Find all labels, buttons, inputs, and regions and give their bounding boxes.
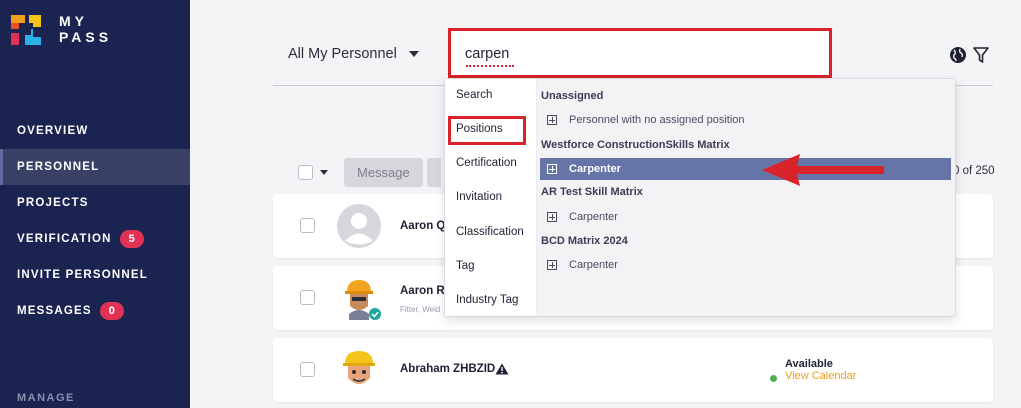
personnel-filter-select[interactable]: All My Personnel — [288, 46, 419, 62]
worker-avatar-icon — [343, 351, 375, 384]
availability-text: Available — [785, 358, 833, 370]
message-button[interactable]: Message — [344, 158, 423, 187]
worker-avatar-icon — [345, 280, 381, 320]
brand-line-2: PASS — [59, 29, 113, 45]
tab-classification[interactable]: Classification — [456, 226, 524, 238]
mypass-logo[interactable]: MY PASS — [9, 13, 149, 49]
tab-certification[interactable]: Certification — [456, 157, 517, 169]
spellcheck-underline — [466, 64, 514, 67]
sidebar-item-overview[interactable]: OVERVIEW — [0, 113, 190, 149]
personnel-name[interactable]: Abraham ZHBZID — [400, 363, 495, 375]
sidebar-item-label: PERSONNEL — [17, 161, 100, 173]
position-option-label: Personnel with no assigned position — [569, 114, 745, 126]
expand-plus-icon — [547, 212, 557, 222]
position-option-label: Carpenter — [569, 163, 621, 175]
row-checkbox[interactable] — [300, 218, 315, 233]
tab-invitation[interactable]: Invitation — [456, 191, 502, 203]
warning-icon — [495, 363, 509, 375]
search-category-tabs: Search Positions Certification Invitatio… — [445, 79, 537, 316]
secondary-action-button[interactable] — [426, 158, 441, 187]
sidebar-item-label: OVERVIEW — [17, 125, 89, 137]
position-option[interactable]: Carpenter — [540, 254, 951, 276]
available-dot-icon — [770, 375, 777, 382]
row-checkbox[interactable] — [300, 362, 315, 377]
view-calendar-link[interactable]: View Calendar — [785, 370, 856, 382]
select-options-chevron-icon[interactable] — [320, 170, 328, 175]
tab-search[interactable]: Search — [456, 89, 492, 101]
table-row[interactable]: Abraham ZHBZID Available View Calendar — [273, 338, 993, 402]
select-all-checkbox[interactable] — [298, 165, 313, 180]
search-input[interactable] — [465, 46, 805, 62]
globe-icon[interactable] — [949, 46, 967, 64]
brand-line-1: MY — [59, 13, 88, 29]
expand-plus-icon — [547, 115, 557, 125]
search-box-highlight — [448, 28, 832, 78]
availability-status: Available View Calendar — [770, 358, 856, 382]
sidebar-item-projects[interactable]: PROJECTS — [0, 185, 190, 221]
expand-plus-icon — [547, 260, 557, 270]
annotation-arrow-icon — [762, 154, 884, 186]
sidebar-item-verification[interactable]: VERIFICATION 5 — [0, 221, 190, 257]
position-option[interactable]: Carpenter — [540, 206, 951, 228]
sidebar-nav: OVERVIEW PERSONNEL PROJECTS VERIFICATION… — [0, 113, 190, 329]
group-title: Unassigned — [541, 90, 604, 102]
filter-select-label: All My Personnel — [288, 46, 397, 62]
verification-count-badge: 5 — [119, 230, 144, 248]
sidebar-item-label: MESSAGES — [17, 305, 92, 317]
tab-industry-tag[interactable]: Industry Tag — [456, 294, 518, 306]
group-title: BCD Matrix 2024 — [541, 235, 628, 247]
position-option-label: Carpenter — [569, 211, 618, 223]
sidebar-item-invite-personnel[interactable]: INVITE PERSONNEL — [0, 257, 190, 293]
sidebar-item-label: PROJECTS — [17, 197, 89, 209]
default-avatar-icon — [337, 204, 381, 248]
filter-icon[interactable] — [973, 46, 989, 64]
brand-name: MY PASS — [59, 13, 112, 45]
mypass-logo-icon — [11, 15, 41, 45]
tab-positions[interactable]: Positions — [456, 123, 503, 135]
messages-count-badge: 0 — [99, 302, 124, 320]
chevron-down-icon — [408, 51, 419, 57]
result-count: 0 of 250 — [953, 165, 995, 177]
bulk-toolbar: Message — [298, 158, 441, 187]
sidebar-item-messages[interactable]: MESSAGES 0 — [0, 293, 190, 329]
position-option-label: Carpenter — [569, 259, 618, 271]
expand-plus-icon — [547, 164, 557, 174]
tab-tag[interactable]: Tag — [456, 260, 475, 272]
search-suggestions-dropdown: Search Positions Certification Invitatio… — [444, 78, 956, 317]
position-option-highlighted[interactable]: Carpenter — [540, 158, 951, 180]
sidebar-section-manage: MANAGE — [17, 392, 75, 404]
position-results: Unassigned Personnel with no assigned po… — [537, 79, 955, 316]
sidebar-item-label: VERIFICATION — [17, 233, 112, 245]
group-title: AR Test Skill Matrix — [541, 186, 643, 198]
group-title: Westforce ConstructionSkills Matrix — [541, 139, 730, 151]
sidebar: MY PASS OVERVIEW PERSONNEL PROJECTS VERI… — [0, 0, 190, 408]
sidebar-item-personnel[interactable]: PERSONNEL — [0, 149, 190, 185]
row-checkbox[interactable] — [300, 290, 315, 305]
sidebar-item-label: INVITE PERSONNEL — [17, 269, 149, 281]
personnel-positions: Fitter, Weld — [400, 305, 441, 314]
header-icons — [949, 46, 989, 64]
position-option[interactable]: Personnel with no assigned position — [540, 109, 951, 131]
